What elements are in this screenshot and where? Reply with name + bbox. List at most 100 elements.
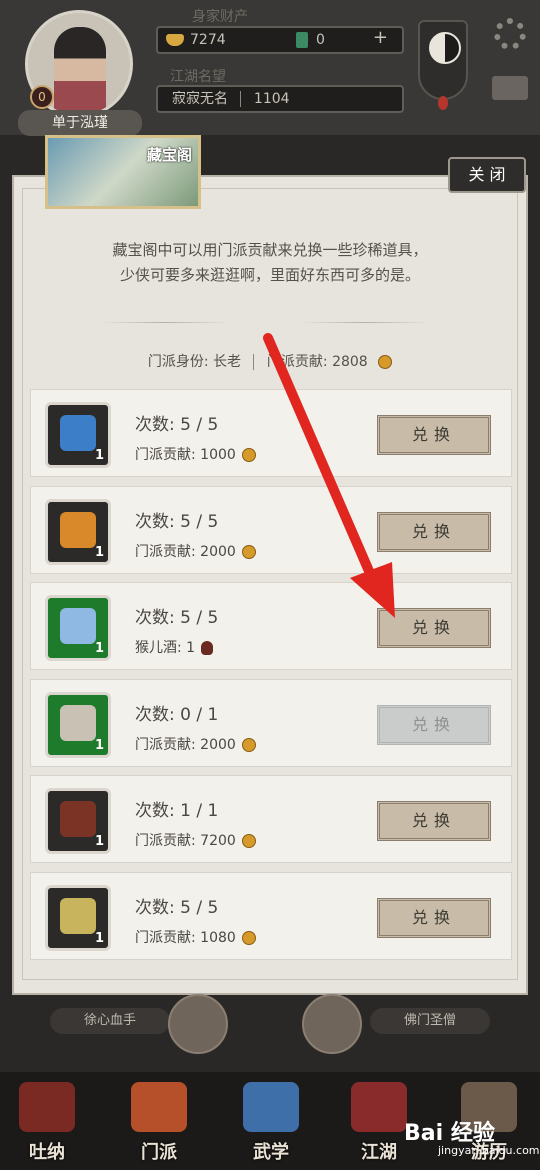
nav-sect[interactable]: 门派 [114, 1082, 204, 1168]
item-quantity: 1 [94, 544, 104, 560]
fame-bar: 寂寂无名 1104 [156, 85, 404, 113]
gold-ingot-icon [166, 34, 184, 46]
cost-label: 猴儿酒: [135, 640, 182, 656]
fame-label: 江湖名望 [170, 69, 226, 85]
mail-icon[interactable] [492, 76, 528, 100]
identity-value: 长老 [213, 354, 241, 370]
item-art [60, 511, 96, 548]
wine-jar-icon [201, 641, 214, 655]
exchange-row: 1 次数: 5 / 5 猴儿酒: 1 兑换 [30, 582, 512, 670]
exchange-row: 1 次数: 5 / 5 门派贡献: 1000 兑换 [30, 389, 512, 477]
item-icon[interactable]: 1 [45, 691, 111, 758]
sect-status-line: 门派身份: 长老 门派贡献: 2808 [90, 350, 450, 374]
contribution-value: 2808 [332, 354, 368, 370]
watermark-logo: Bai 经验 [404, 1121, 495, 1146]
exchange-cost: 门派贡献: 2000 [135, 734, 256, 754]
exchange-row: 1 次数: 5 / 5 门派贡献: 2000 兑换 [30, 485, 512, 574]
cost-value: 1080 [200, 929, 236, 946]
cost-label: 门派贡献: [135, 833, 196, 849]
contribution-label: 门派贡献: [266, 354, 328, 370]
item-art [60, 801, 96, 837]
meditation-icon [19, 1082, 75, 1132]
exchange-cost: 门派贡献: 1080 [135, 927, 256, 947]
cost-value: 1 [186, 640, 196, 656]
exchange-row: 1 次数: 1 / 1 门派贡献: 7200 兑换 [30, 775, 512, 863]
cost-label: 门派贡献: [135, 543, 196, 560]
contribution-coin-icon [241, 544, 256, 559]
exchange-count: 次数: 5 / 5 [135, 608, 219, 628]
exchange-cost: 门派贡献: 1000 [135, 444, 256, 464]
divider [300, 322, 430, 323]
yin-yang-icon [429, 32, 461, 64]
gold-value: 7274 [190, 32, 226, 48]
item-quantity: 1 [94, 448, 104, 463]
item-icon[interactable]: 1 [45, 402, 111, 468]
item-quantity: 1 [94, 737, 104, 753]
close-button[interactable]: 关 闭 [448, 157, 526, 193]
nav-martial[interactable]: 武学 [226, 1082, 316, 1168]
watermark-url: jingyan.baidu.com [438, 1144, 540, 1157]
cost-value: 2000 [200, 736, 236, 753]
exchange-button[interactable]: 兑换 [377, 415, 491, 455]
item-icon[interactable]: 1 [45, 788, 111, 854]
fame-title: 寂寂无名 [172, 91, 228, 107]
contribution-coin-icon [241, 737, 256, 752]
exchange-count: 次数: 0 / 1 [135, 704, 219, 725]
dialog-title: 藏宝阁 [146, 146, 192, 164]
hat-icon [351, 1082, 407, 1132]
sect-banner-icon [131, 1082, 187, 1132]
avatar-level-badge: 0 [30, 85, 54, 109]
cost-label: 门派贡献: [135, 736, 196, 753]
contribution-coin-icon [378, 355, 393, 369]
contribution-coin-icon [241, 448, 256, 462]
add-currency-button[interactable]: + [373, 26, 388, 50]
jade-icon [296, 32, 308, 48]
item-icon[interactable]: 1 [45, 884, 111, 951]
item-icon[interactable]: 1 [45, 595, 111, 661]
exchange-button[interactable]: 兑换 [377, 704, 491, 745]
cost-label: 门派贡献: [135, 929, 196, 946]
exchange-cost: 猴儿酒: 1 [135, 637, 214, 657]
jade-value: 0 [316, 32, 325, 48]
sect-emblem-button[interactable] [418, 20, 468, 100]
cost-value: 1000 [200, 447, 236, 463]
exchange-button[interactable]: 兑换 [377, 801, 491, 841]
pavilion-banner: 藏宝阁 [45, 135, 201, 209]
item-quantity: 1 [94, 641, 104, 656]
item-art [60, 608, 96, 644]
exchange-row: 1 次数: 0 / 1 门派贡献: 2000 兑换 [30, 678, 512, 767]
wealth-bar: 7274 0 + [156, 26, 404, 54]
scroll-book-icon [243, 1082, 299, 1132]
item-icon[interactable]: 1 [45, 498, 111, 565]
skill-label-right[interactable]: 佛门圣僧 [370, 1008, 490, 1034]
avatar-portrait [54, 27, 106, 115]
exchange-count: 次数: 5 / 5 [135, 511, 219, 532]
cost-value: 7200 [200, 833, 236, 849]
wealth-label: 身家财产 [192, 9, 248, 25]
exchange-cost: 门派贡献: 7200 [135, 830, 256, 850]
item-quantity: 1 [94, 834, 104, 849]
item-art [60, 704, 96, 741]
exchange-button[interactable]: 兑换 [377, 511, 491, 552]
cost-value: 2000 [200, 543, 236, 560]
fame-value: 1104 [253, 91, 290, 107]
tassel-icon [438, 96, 448, 110]
intro-text: 藏宝阁中可以用门派贡献来兑换一些珍稀道具， 少侠可要多来逛逛啊，里面好东西可多的… [112, 241, 428, 284]
skill-label-left[interactable]: 徐心血手 [50, 1008, 170, 1034]
contribution-coin-icon [241, 834, 256, 848]
exchange-button[interactable]: 兑换 [377, 897, 491, 938]
cost-label: 门派贡献: [135, 447, 196, 463]
identity-label: 门派身份: [147, 354, 209, 370]
divider [100, 322, 230, 323]
nav-tuna[interactable]: 吐纳 [2, 1082, 92, 1168]
exchange-row: 1 次数: 5 / 5 门派贡献: 1080 兑换 [30, 871, 512, 960]
player-name: 单于泓瑾 [18, 110, 142, 136]
exchange-cost: 门派贡献: 2000 [135, 541, 256, 561]
skill-portrait-right[interactable] [302, 994, 362, 1054]
item-art [60, 415, 96, 451]
gear-icon[interactable] [494, 18, 526, 50]
contribution-coin-icon [241, 930, 256, 945]
item-art [60, 897, 96, 934]
exchange-button[interactable]: 兑换 [377, 608, 491, 648]
skill-portrait-left[interactable] [168, 994, 228, 1054]
